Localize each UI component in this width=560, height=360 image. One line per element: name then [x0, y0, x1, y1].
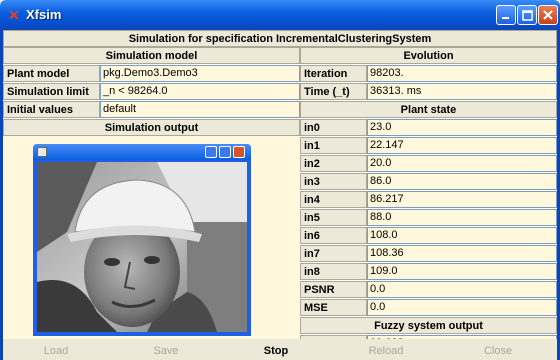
state-label-in2: in2 [300, 155, 367, 172]
close-window-button[interactable] [538, 5, 558, 25]
load-button[interactable]: Load [3, 342, 109, 360]
close-icon [543, 10, 553, 20]
specification-header: Simulation for specification Incremental… [3, 30, 557, 47]
iteration-field: 98203. [367, 65, 557, 82]
state-value-in8: 109.0 [367, 263, 557, 280]
reload-button[interactable]: Reload [333, 342, 439, 360]
maximize-icon [522, 10, 533, 21]
minimize-button[interactable] [496, 5, 516, 25]
image-window-title-bar[interactable] [33, 144, 251, 160]
initial-values-label: Initial values [3, 101, 100, 118]
simulation-model-header: Simulation model [3, 47, 300, 64]
state-label-in5: in5 [300, 209, 367, 226]
state-label-in4: in4 [300, 191, 367, 208]
simulation-limit-label: Simulation limit [3, 83, 100, 100]
foreman-photo [37, 162, 247, 332]
state-label-in6: in6 [300, 227, 367, 244]
state-value-in2: 20.0 [367, 155, 557, 172]
plant-model-field[interactable]: pkg.Demo3.Demo3 [100, 65, 300, 82]
save-button[interactable]: Save [113, 342, 219, 360]
simulation-output-header: Simulation output [3, 119, 300, 136]
state-value-mse: 0.0 [367, 299, 557, 316]
simulation-output-panel [3, 136, 300, 340]
fuzzy-output-header: Fuzzy system output [300, 317, 557, 334]
iteration-label: Iteration (_n) [300, 65, 367, 96]
state-value-in5: 88.0 [367, 209, 557, 226]
state-label-in0: in0 [300, 119, 367, 136]
action-bar: Load Save Stop Reload Close [3, 339, 557, 360]
image-window-icon [37, 147, 47, 157]
state-label-mse: MSE [300, 299, 367, 316]
state-value-in1: 22.147 [367, 137, 557, 154]
title-bar[interactable]: ✕ Xfsim [0, 0, 560, 30]
state-label-psnr: PSNR [300, 281, 367, 298]
state-label-in8: in8 [300, 263, 367, 280]
evolution-header: Evolution [300, 47, 557, 64]
initial-values-field[interactable]: default [100, 101, 300, 118]
state-value-in7: 108.36 [367, 245, 557, 262]
state-label-in7: in7 [300, 245, 367, 262]
image-minimize-button[interactable] [205, 146, 217, 158]
minimize-icon [502, 17, 509, 19]
simulation-limit-field[interactable]: _n < 98264.0 [100, 83, 300, 100]
maximize-button[interactable] [517, 5, 537, 25]
stop-button[interactable]: Stop [223, 342, 329, 360]
state-value-in3: 86.0 [367, 173, 557, 190]
state-value-psnr: 0.0 [367, 281, 557, 298]
xfsim-window: ✕ Xfsim Simulation for specification Inc… [0, 0, 560, 360]
plant-model-label: Plant model [3, 65, 100, 82]
state-value-in0: 23.0 [367, 119, 557, 136]
window-body: Simulation for specification Incremental… [0, 30, 560, 360]
plant-state-header: Plant state [300, 101, 557, 118]
xfuzzy-logo-icon: ✕ [8, 7, 20, 23]
state-value-in6: 108.0 [367, 227, 557, 244]
image-maximize-button[interactable] [219, 146, 231, 158]
state-label-in1: in1 [300, 137, 367, 154]
output-image-window [33, 144, 251, 336]
state-value-in4: 86.217 [367, 191, 557, 208]
image-close-button[interactable] [233, 146, 245, 158]
time-field: 36313. ms [367, 83, 557, 100]
window-title: Xfsim [26, 7, 62, 22]
state-label-in3: in3 [300, 173, 367, 190]
close-button[interactable]: Close [443, 342, 553, 360]
time-label: Time (_t) [300, 83, 367, 100]
